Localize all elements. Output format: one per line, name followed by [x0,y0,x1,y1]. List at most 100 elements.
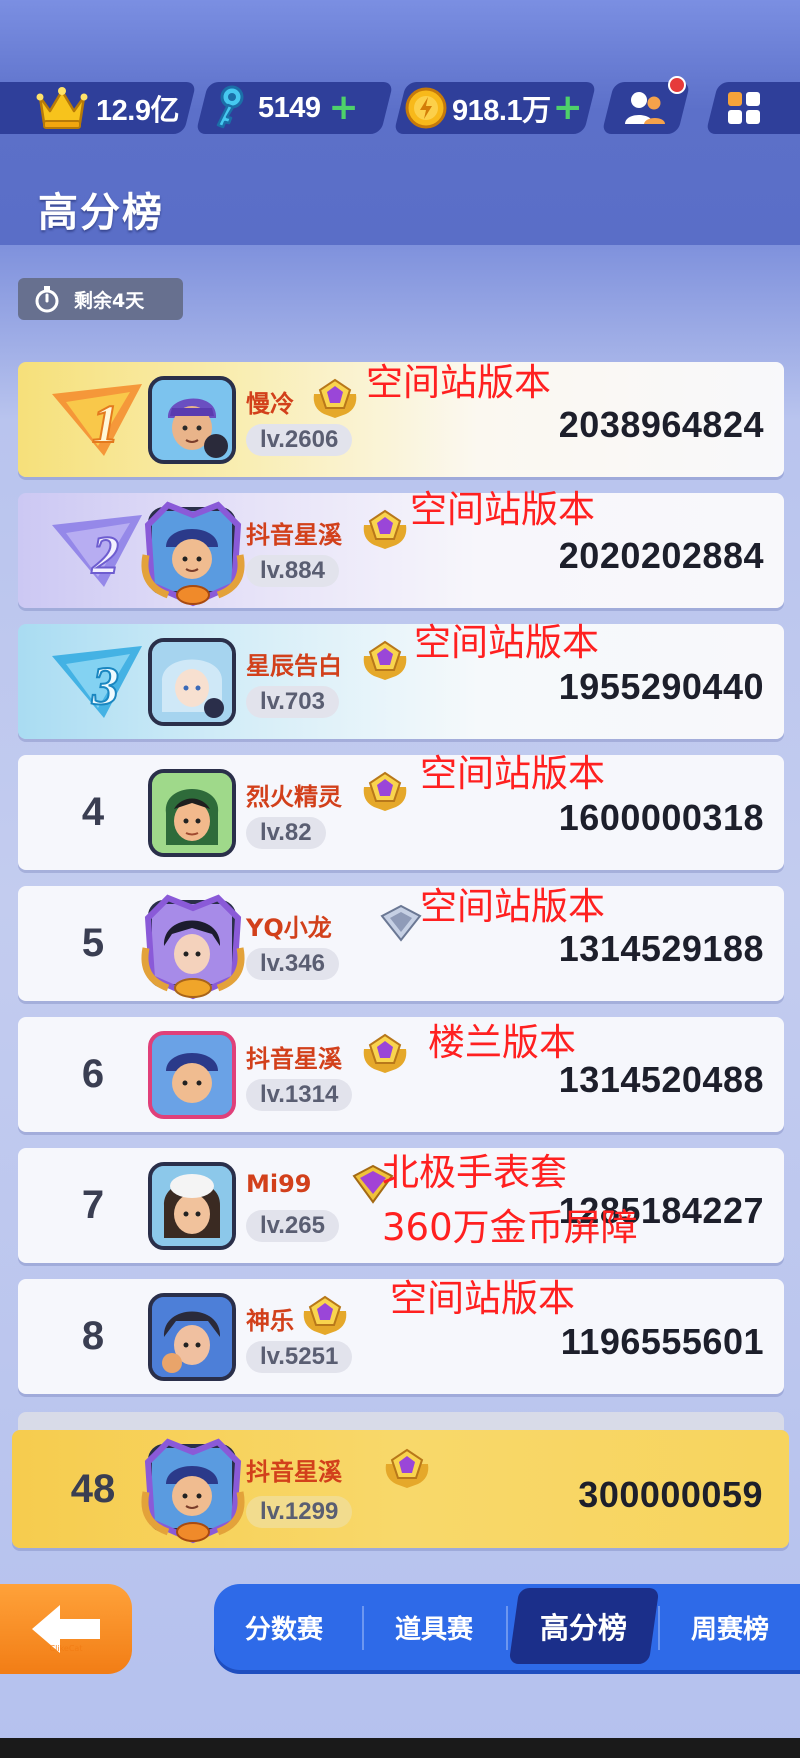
my-rank-row[interactable]: 48 抖音星溪 lv.1299 300000059 [12,1430,789,1548]
annotation: 空间站版本 [390,1277,575,1320]
friends-icon [622,88,668,128]
gold-rank-badge-icon [303,1295,347,1335]
player-score: 1955290440 [558,666,764,707]
tab-score-match[interactable]: 分数赛 [214,1584,354,1670]
crown-icon [36,85,88,131]
avatar[interactable] [148,376,236,464]
gold-rank-badge-icon [363,640,407,680]
my-avatar[interactable] [148,1444,236,1532]
diamond-rank-badge-icon [380,904,422,942]
rank-medal-3: 3 [52,646,142,718]
annotation: 空间站版本 [410,488,595,531]
avatar[interactable] [148,1031,236,1119]
gold-rank-badge-icon [363,771,407,811]
add-coins-button[interactable]: + [553,90,583,126]
player-score: 2020202884 [558,535,764,576]
player-score: 1314520488 [558,1059,764,1100]
tab-weekly[interactable]: 周赛榜 [660,1584,800,1670]
back-label: ClikeCat [50,1644,83,1653]
rank-number: 4 [81,790,105,834]
list-edge [18,1412,784,1430]
tab-high-score-label: 高分榜 [540,1611,628,1645]
gold-rank-badge-icon [363,509,407,549]
player-level: lv.2606 [246,424,353,456]
page-title: 高分榜 [38,190,164,236]
player-name: 抖音星溪 [246,1045,342,1073]
player-score: 1196555601 [560,1321,764,1362]
rank-medal-2: 2 [52,515,142,587]
menu-button[interactable] [726,82,762,134]
rank-number: 2 [91,525,119,585]
back-button[interactable]: ClikeCat [0,1584,132,1674]
gold-rank-badge-icon [385,1448,429,1488]
back-arrow-icon: ClikeCat [32,1605,100,1653]
annotation: 空间站版本 [420,752,605,795]
add-keys-button[interactable]: + [329,90,359,126]
player-name: 抖音星溪 [246,521,342,549]
player-level: lv.346 [246,948,339,980]
my-rank-number: 48 [70,1466,116,1511]
notification-dot [668,76,686,94]
annotation: 空间站版本 [414,621,599,664]
crown-counter: 12.9亿 [36,82,179,134]
avatar[interactable] [148,638,236,726]
leaderboard-row[interactable]: 6 抖音星溪 lv.1314 1314520488 [18,1017,784,1132]
tab-divider [506,1606,508,1650]
tab-bar: 分数赛 道具赛 高分榜 周赛榜 [214,1584,800,1670]
coin-icon [404,86,448,130]
time-remaining-label: 剩余4天 [74,289,145,312]
player-level: lv.265 [246,1210,339,1242]
gold-rank-badge-icon [313,378,357,418]
player-name: 慢冷 [246,390,294,418]
my-score: 300000059 [578,1474,763,1515]
annotation: 空间站版本 [366,361,551,404]
tab-high-score[interactable]: 高分榜 [508,1588,660,1664]
time-remaining: 剩余4天 [18,278,183,320]
player-level: lv.1314 [246,1079,353,1111]
leaderboard-row[interactable]: 4 烈火精灵 lv.82 1600000318 [18,755,784,870]
system-bar [0,1738,800,1758]
rank-number: 5 [81,921,105,965]
avatar[interactable] [148,1293,236,1381]
tab-item-match[interactable]: 道具赛 [364,1584,504,1670]
player-name: 神乐 [246,1307,294,1335]
avatar[interactable] [148,769,236,857]
player-name: 星辰告白 [246,652,342,680]
grid-menu-icon [726,90,762,126]
player-score: 2038964824 [558,404,764,445]
coin-value: 918.1万 [452,95,551,127]
player-name: YQ小龙 [246,914,332,942]
leaderboard-row[interactable]: 3 星辰告白 lv.703 1955290440 [18,624,784,739]
annotation: 北极手表套 [382,1151,567,1194]
player-level: lv.703 [246,686,339,718]
stopwatch-icon [34,285,60,313]
annotation: 空间站版本 [420,885,605,928]
resource-bar: 12.9亿 5149 + 918.1万 + [0,76,800,134]
coin-counter: 918.1万 + [404,82,583,134]
avatar[interactable] [148,900,236,988]
rank-medal-1: 1 [52,384,142,456]
key-value: 5149 [258,91,321,124]
rank-number: 6 [81,1052,105,1096]
friends-button[interactable] [622,82,668,134]
player-score: 1314529188 [558,928,764,969]
annotation: 360万金币屏障 [382,1206,638,1249]
player-score: 1600000318 [558,797,764,838]
rank-number: 8 [81,1314,105,1358]
key-counter: 5149 + [210,82,359,134]
leaderboard-row[interactable]: 5 YQ小龙 lv.346 1314529188 [18,886,784,1001]
my-level: lv.1299 [246,1496,353,1528]
rank-number: 3 [91,656,119,716]
leaderboard-row[interactable]: 2 抖音星溪 lv.884 2020202884 [18,493,784,608]
player-level: lv.884 [246,555,339,587]
rank-number: 7 [81,1183,105,1227]
avatar[interactable] [148,507,236,595]
player-level: lv.5251 [246,1341,353,1373]
crown-value: 12.9亿 [96,95,179,127]
avatar[interactable] [148,1162,236,1250]
player-level: lv.82 [246,817,326,849]
player-name: Mi99 [246,1170,312,1198]
key-icon [210,85,250,131]
rank-number: 1 [92,394,119,454]
annotation: 楼兰版本 [428,1021,576,1064]
